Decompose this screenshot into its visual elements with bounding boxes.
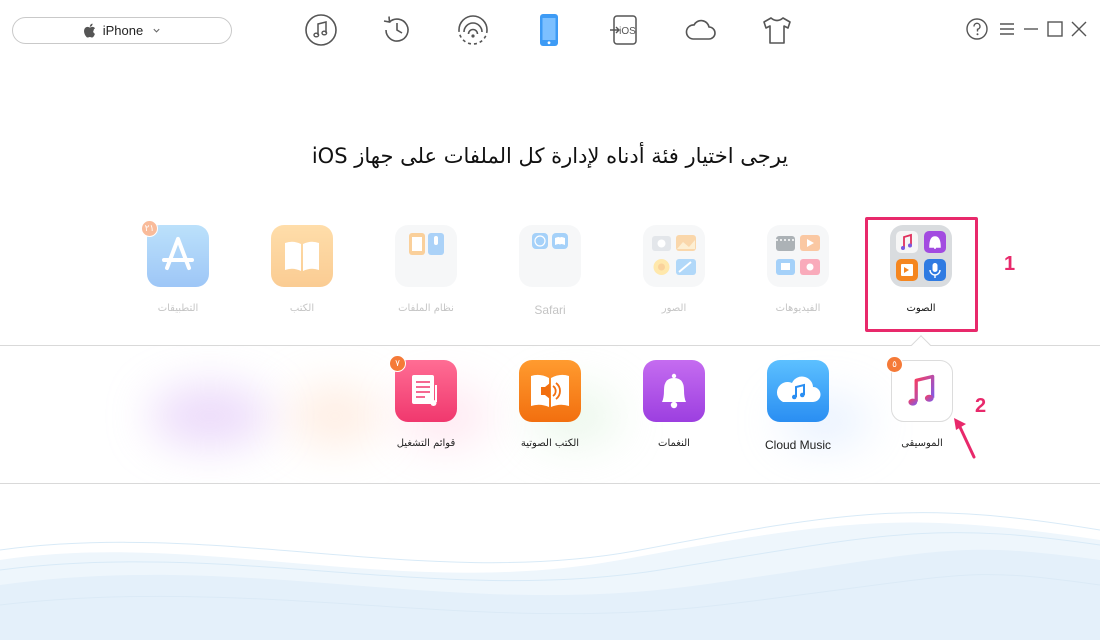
safari-icon (519, 225, 581, 287)
playlists-icon: ٧ (389, 355, 457, 422)
page-title: يرجى اختيار فئة أدناه لإدارة كل الملفات … (311, 144, 789, 168)
sub-item-label: الموسيقى (901, 438, 943, 449)
chevron-down-icon (153, 28, 160, 33)
ringtones-bell-icon (643, 360, 705, 422)
category-label: الفيديوهات (775, 303, 821, 314)
music-note-icon: ٥ (886, 356, 953, 422)
category-safari[interactable]: Safari (505, 225, 595, 317)
app-store-icon: ٢١ (141, 220, 209, 287)
audio-highlight-box (865, 217, 978, 332)
device-selector[interactable]: iPhone (12, 17, 232, 44)
category-label: الكتب (289, 303, 315, 314)
sub-item-audiobooks[interactable]: الكتب الصوتية (495, 360, 605, 449)
apps-count-badge: ٢١ (141, 220, 158, 237)
backup-history-icon[interactable] (379, 12, 415, 48)
category-label: التطبيقات (157, 303, 199, 314)
icloud-manager-icon[interactable] (683, 12, 719, 48)
callout-1: 1 (1004, 253, 1016, 275)
menu-icon[interactable] (996, 18, 1018, 40)
sub-item-label: النغمات (658, 438, 690, 449)
apple-logo-icon (83, 23, 95, 38)
music-manager-icon[interactable] (303, 12, 339, 48)
category-label: نظام الملفات (398, 303, 454, 314)
sub-item-ringtones[interactable]: النغمات (619, 360, 729, 449)
category-files[interactable]: نظام الملفات (381, 225, 471, 314)
category-videos[interactable]: الفيديوهات (753, 225, 843, 314)
playlists-count-badge: ٧ (389, 355, 406, 372)
category-apps[interactable]: ٢١ التطبيقات (133, 220, 223, 314)
pointer-arrow-icon (954, 418, 976, 459)
videos-icon (767, 225, 829, 287)
category-label: Safari (534, 303, 566, 317)
category-books[interactable]: الكتب (257, 225, 347, 314)
wifi-sync-icon[interactable] (455, 12, 491, 48)
help-icon[interactable] (966, 18, 988, 40)
sub-item-label: Cloud Music (764, 438, 832, 452)
cloud-music-icon (767, 360, 829, 422)
music-count-badge: ٥ (886, 356, 903, 373)
ios-mover-icon[interactable]: iOS (607, 12, 643, 48)
sub-item-playlists[interactable]: ٧ قوائم التشغيل (371, 355, 481, 449)
sub-item-cloud-music[interactable]: Cloud Music (743, 360, 853, 452)
toolkit-shirt-icon[interactable] (759, 12, 795, 48)
sub-item-label: الكتب الصوتية (520, 438, 580, 449)
minimize-icon[interactable] (1020, 18, 1042, 40)
books-icon (271, 225, 333, 287)
photos-icon (643, 225, 705, 287)
category-photos[interactable]: الصور (629, 225, 719, 314)
maximize-icon[interactable] (1044, 18, 1066, 40)
category-label: الصور (661, 303, 687, 314)
device-manager-icon[interactable] (531, 12, 567, 48)
close-icon[interactable] (1068, 18, 1090, 40)
file-system-icon (395, 225, 457, 287)
device-name: iPhone (102, 23, 144, 38)
sub-item-label: قوائم التشغيل (396, 438, 456, 449)
audiobooks-icon (519, 360, 581, 422)
background-wave (0, 512, 1100, 640)
ios-mover-label: iOS (619, 26, 636, 37)
